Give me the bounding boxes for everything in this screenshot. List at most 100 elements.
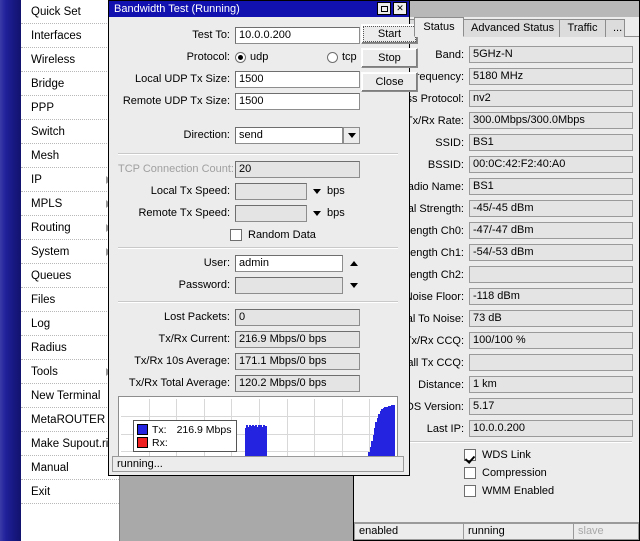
interface-checkbox-row[interactable]: WMM Enabled (358, 483, 554, 499)
direction-input[interactable]: send (235, 126, 343, 144)
checkbox-wmm-enabled[interactable] (464, 485, 476, 497)
bandwidth-test-titlebar[interactable]: Bandwidth Test (Running) ✕ (109, 1, 409, 17)
lost-packets-label: Lost Packets: (163, 311, 230, 323)
statusbar-cell: slave (574, 523, 639, 540)
local-tx-speed-dropdown-icon[interactable] (313, 185, 321, 197)
tab-label: Traffic (567, 22, 598, 34)
sidebar-item-wireless[interactable]: Wireless (21, 48, 119, 72)
tcp-connection-count-input[interactable]: 20 (235, 160, 360, 178)
sidebar-item-tools[interactable]: Tools (21, 360, 119, 384)
sidebar-item-label: Files (31, 294, 56, 306)
password-spinner-down-icon[interactable] (350, 279, 358, 291)
sidebar-item-radius[interactable]: Radius (21, 336, 119, 360)
sidebar-item-quick-set[interactable]: Quick Set (21, 0, 119, 24)
radio-tcp-icon (327, 51, 338, 63)
tab-advanced-status[interactable]: Advanced Status (463, 19, 560, 37)
interface-field-value: BS1 (469, 178, 633, 195)
protocol-tcp-option[interactable]: tcp (327, 51, 357, 63)
user-spinner-up-icon[interactable] (350, 257, 358, 269)
sidebar-item-label: Routing (31, 222, 71, 234)
bandwidth-test-statusbar: running... (112, 456, 404, 472)
tab-label: ... (613, 22, 623, 34)
random-data-row[interactable]: Random Data (118, 225, 398, 245)
remote-tx-speed-input[interactable] (235, 204, 307, 222)
sidebar-item-new-terminal[interactable]: New Terminal (21, 384, 119, 408)
user-label: User: (203, 257, 230, 269)
statusbar-text: slave (578, 525, 604, 537)
lost-packets-row: Lost Packets: 0 (118, 307, 398, 327)
local-tx-speed-unit: bps (327, 185, 345, 197)
stop-button[interactable]: Stop (361, 48, 418, 68)
sidebar-item-log[interactable]: Log (21, 312, 119, 336)
protocol-udp-option[interactable]: udp (235, 51, 297, 63)
bandwidth-test-body: Test To: 10.0.0.200 Protocol: udp tcp Lo… (109, 17, 418, 475)
legend-tx-value: 216.9 Mbps (176, 423, 232, 436)
remote-tx-speed-unit: bps (327, 207, 345, 219)
local-tx-speed-input[interactable] (235, 182, 307, 200)
sidebar-item-queues[interactable]: Queues (21, 264, 119, 288)
remote-udp-tx-size-label: Remote UDP Tx Size: (122, 95, 230, 107)
password-row: Password: (118, 275, 408, 295)
remote-tx-speed-row: Remote Tx Speed: bps (118, 203, 408, 223)
interface-field-value (469, 266, 633, 283)
sidebar-item-metarouter[interactable]: MetaROUTER (21, 408, 119, 432)
tab-traffic[interactable]: Traffic (559, 19, 606, 37)
tab-label: Status (423, 21, 455, 33)
interface-field-value: 73 dB (469, 310, 633, 327)
sidebar-item-label: System (31, 246, 70, 258)
sidebar-item-label: Bridge (31, 78, 65, 90)
local-udp-tx-size-row: Local UDP Tx Size: 1500 (118, 69, 398, 89)
sidebar-item-label: IP (31, 174, 42, 186)
bandwidth-divider-1 (118, 153, 398, 155)
checkbox-wds-link[interactable] (464, 449, 476, 461)
protocol-label: Protocol: (186, 51, 230, 63)
tcp-connection-count-row: TCP Connection Count: 20 (118, 159, 398, 179)
main-menu: Quick Set Interfaces Wireless Bridge PPP Swit… (21, 0, 119, 504)
sidebar-item-system[interactable]: System (21, 240, 119, 264)
txrx-total-value: 120.2 Mbps/0 bps (235, 374, 360, 392)
test-to-input[interactable]: 10.0.0.200 (235, 26, 360, 44)
remote-tx-speed-dropdown-icon[interactable] (313, 207, 321, 219)
sidebar-item-exit[interactable]: Exit (21, 480, 119, 504)
direction-dropdown-icon[interactable] (343, 126, 360, 144)
sidebar-item-mpls[interactable]: MPLS (21, 192, 119, 216)
sidebar-item-ppp[interactable]: PPP (21, 96, 119, 120)
tab-[interactable]: ... (605, 19, 625, 37)
interface-field-value: 10.0.0.200 (469, 420, 633, 437)
interface-field-value: 300.0Mbps/300.0Mbps (469, 112, 633, 129)
interface-field-value: -54/-53 dBm (469, 244, 633, 261)
winbox-brand-strip: RouterOS WinBox (0, 0, 21, 541)
sidebar-item-bridge[interactable]: Bridge (21, 72, 119, 96)
legend-rx-label: Rx: (152, 436, 168, 449)
bandwidth-chart-legend: Tx: 216.9 Mbps Rx: (133, 420, 238, 452)
sidebar-item-manual[interactable]: Manual (21, 456, 119, 480)
random-data-checkbox[interactable] (230, 229, 242, 241)
txrx-10s-value: 171.1 Mbps/0 bps (235, 352, 360, 370)
close-icon[interactable]: ✕ (393, 2, 407, 15)
interface-field-value: nv2 (469, 90, 633, 107)
interface-field-value: -47/-47 dBm (469, 222, 633, 239)
sidebar-item-ip[interactable]: IP (21, 168, 119, 192)
sidebar-item-files[interactable]: Files (21, 288, 119, 312)
sidebar-item-label: Mesh (31, 150, 60, 162)
sidebar-item-make-supout-rif[interactable]: Make Supout.rif (21, 432, 119, 456)
local-udp-tx-size-input[interactable]: 1500 (235, 70, 360, 88)
statusbar-text: running (468, 525, 505, 537)
protocol-tcp-label: tcp (342, 51, 357, 63)
sidebar-item-mesh[interactable]: Mesh (21, 144, 119, 168)
statusbar-cell: running (464, 523, 574, 540)
checkbox-compression[interactable] (464, 467, 476, 479)
sidebar-item-interfaces[interactable]: Interfaces (21, 24, 119, 48)
sidebar-item-routing[interactable]: Routing (21, 216, 119, 240)
user-input[interactable]: admin (235, 254, 343, 272)
tab-status[interactable]: Status (414, 17, 464, 37)
sidebar-item-switch[interactable]: Switch (21, 120, 119, 144)
tcp-connection-count-label: TCP Connection Count: (118, 163, 234, 175)
sidebar-item-label: Radius (31, 342, 67, 354)
close-button[interactable]: Close (361, 72, 418, 92)
start-button[interactable]: Start (361, 24, 418, 44)
txrx-current-label: Tx/Rx Current: (158, 333, 230, 345)
password-input[interactable] (235, 276, 343, 294)
remote-udp-tx-size-input[interactable]: 1500 (235, 92, 360, 110)
maximize-icon[interactable] (377, 2, 391, 15)
